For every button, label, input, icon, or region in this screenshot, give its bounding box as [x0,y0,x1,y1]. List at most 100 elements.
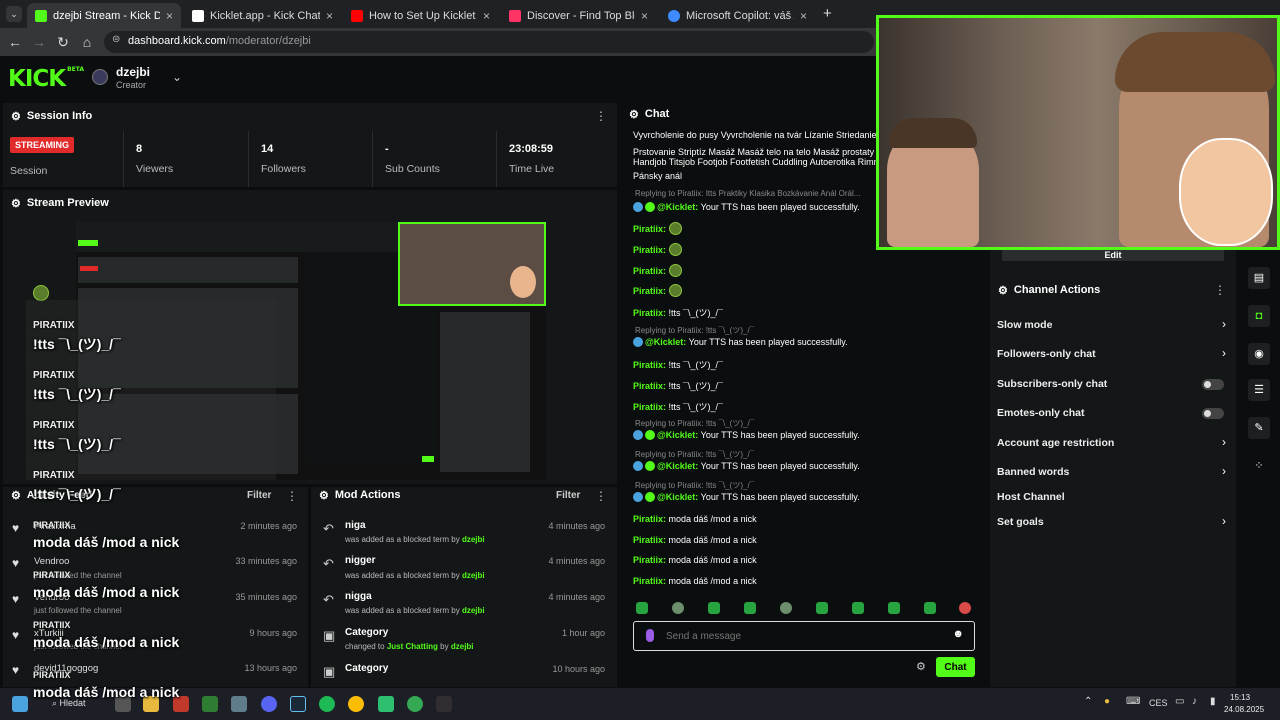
chat-message: Piratiix: !tts ¯\_(ツ)_/¯ [633,379,723,392]
back-arrow-icon[interactable]: ← [3,34,27,50]
mic-icon[interactable] [646,629,654,642]
chevron-down-icon[interactable]: ⌄ [172,70,182,84]
emote-icon[interactable] [636,602,648,614]
new-tab-icon[interactable]: + [823,5,832,22]
chat-username[interactable]: @Kicklet: [657,202,698,212]
chat-username[interactable]: @Kicklet: [645,337,686,347]
close-tab-icon[interactable]: × [483,9,490,23]
discord-icon[interactable] [261,696,277,712]
chat-username[interactable]: Piratiix: [633,381,666,391]
network-icon[interactable]: ▭ [1175,696,1184,707]
broadcast-icon[interactable]: ◉ [1248,343,1270,365]
emote-icon[interactable] [959,602,971,614]
tab-kicklet[interactable]: Kicklet.app - Kick Chatbot and ... × [184,3,341,28]
clock-time[interactable]: 15:13 [1230,693,1250,702]
emoji-icon[interactable]: ☻ [952,628,964,640]
chat-username[interactable]: @Kicklet: [657,492,698,502]
tab-blerp[interactable]: Discover - Find Top Blerps, Stre... × [501,3,656,28]
subscribers-only-toggle[interactable] [1202,379,1224,390]
chat-message-text: Your TTS has been played successfully. [700,430,860,440]
emote-icon[interactable] [744,602,756,614]
chrome-active-icon[interactable] [407,696,423,712]
more-options-icon[interactable]: ⋮ [595,109,607,123]
chrome-icon[interactable] [348,696,364,712]
volume-icon[interactable]: ♪ [1192,696,1197,707]
mod-action-target[interactable]: Just Chatting [387,642,438,651]
action-label: Set goals [997,516,1044,528]
chat-username[interactable]: Piratiix: [633,286,666,296]
edit-button[interactable]: Edit [1002,249,1224,261]
tab-title: How to Set Up Kicklet for Your ... [369,9,477,22]
chat-message-input[interactable]: ☻ [633,621,975,651]
steam-icon[interactable] [290,696,306,712]
more-options-icon[interactable]: ⋮ [595,489,607,503]
emote-icon[interactable] [888,602,900,614]
emote-icon[interactable] [816,602,828,614]
chat-username[interactable]: @Kicklet: [657,430,698,440]
mod-filter-button[interactable]: Filter [556,490,580,501]
chat-input-field[interactable] [666,628,946,644]
chat-username[interactable]: Piratiix: [633,360,666,370]
chat-bubble-icon[interactable]: ◘ [1248,305,1270,327]
kick-logo[interactable]: KICK BETA [8,66,84,92]
emote-icon[interactable] [924,602,936,614]
chat-username[interactable]: Piratiix: [633,535,666,545]
tray-chevron-icon[interactable]: ⌃ [1084,696,1092,707]
emotes-only-toggle[interactable] [1202,408,1224,419]
apps-icon[interactable]: ⁘ [1248,455,1270,477]
reply-context: Replying to Piratiix: !tts ¯\_(ツ)_/¯ [635,481,755,490]
forward-arrow-icon[interactable]: → [27,34,51,50]
emote-icon[interactable] [852,602,864,614]
close-tab-icon[interactable]: × [800,9,807,23]
spotify-icon[interactable] [319,696,335,712]
stat-value: 23:08:59 [509,143,554,155]
close-tab-icon[interactable]: × [166,9,173,23]
chat-username[interactable]: Piratiix: [633,308,666,318]
reload-icon[interactable]: ↻ [51,34,75,51]
windows-start-icon[interactable] [12,696,28,712]
chat-message-text: moda dáš /mod a nick [668,535,757,545]
app-icon[interactable] [378,696,394,712]
mod-action-actor[interactable]: dzejbi [451,642,474,651]
wrench-icon[interactable]: ✎ [1248,417,1270,439]
xbox-icon[interactable] [202,696,218,712]
url-field[interactable]: ⊜ dashboard.kick.com/moderator/dzejbi [104,31,874,53]
avatar[interactable] [92,69,108,85]
chat-username[interactable]: Piratiix: [633,266,666,276]
chat-username[interactable]: @Kicklet: [657,461,698,471]
send-chat-button[interactable]: Chat [936,657,975,677]
emote-icon[interactable] [780,602,792,614]
tab-kick-dashboard[interactable]: dzejbi Stream - Kick Dashboard × [27,3,181,28]
chat-username[interactable]: Piratiix: [633,514,666,524]
mod-action-actor[interactable]: dzejbi [462,535,485,544]
home-icon[interactable]: ⌂ [75,34,99,50]
tab-title: dzejbi Stream - Kick Dashboard [53,9,160,22]
app-icon[interactable] [231,696,247,712]
mod-action-actor[interactable]: dzejbi [462,571,485,580]
chat-username[interactable]: Piratiix: [633,245,666,255]
mod-action-actor[interactable]: dzejbi [462,606,485,615]
close-tab-icon[interactable]: × [326,9,333,23]
activity-filter-button[interactable]: Filter [247,490,271,501]
tab-youtube[interactable]: How to Set Up Kicklet for Your ... × [343,3,498,28]
chat-username[interactable]: Piratiix: [633,402,666,412]
chat-username[interactable]: Piratiix: [633,555,666,565]
tab-copilot[interactable]: Microsoft Copilot: váš AI pomo... × [660,3,815,28]
keyboard-icon[interactable]: ⌨ [1126,696,1140,707]
document-icon[interactable]: ▤ [1248,267,1270,289]
obs-icon[interactable] [436,696,452,712]
clock-date[interactable]: 24.08.2025 [1224,705,1264,714]
battery-icon[interactable]: ▮ [1210,696,1216,707]
site-info-icon[interactable]: ⊜ [112,34,120,45]
more-options-icon[interactable]: ⋮ [1214,283,1226,297]
more-options-icon[interactable]: ⋮ [286,489,298,503]
chat-settings-gear-icon[interactable]: ⚙ [916,660,926,673]
tab-list-icon[interactable]: ⌄ [6,6,22,22]
layout-icon[interactable]: ☰ [1248,379,1270,401]
emote-icon[interactable] [672,602,684,614]
close-tab-icon[interactable]: × [641,9,648,23]
emote-icon[interactable] [708,602,720,614]
chat-username[interactable]: Piratiix: [633,576,666,586]
input-language[interactable]: CES [1149,698,1168,708]
chat-username[interactable]: Piratiix: [633,224,666,234]
